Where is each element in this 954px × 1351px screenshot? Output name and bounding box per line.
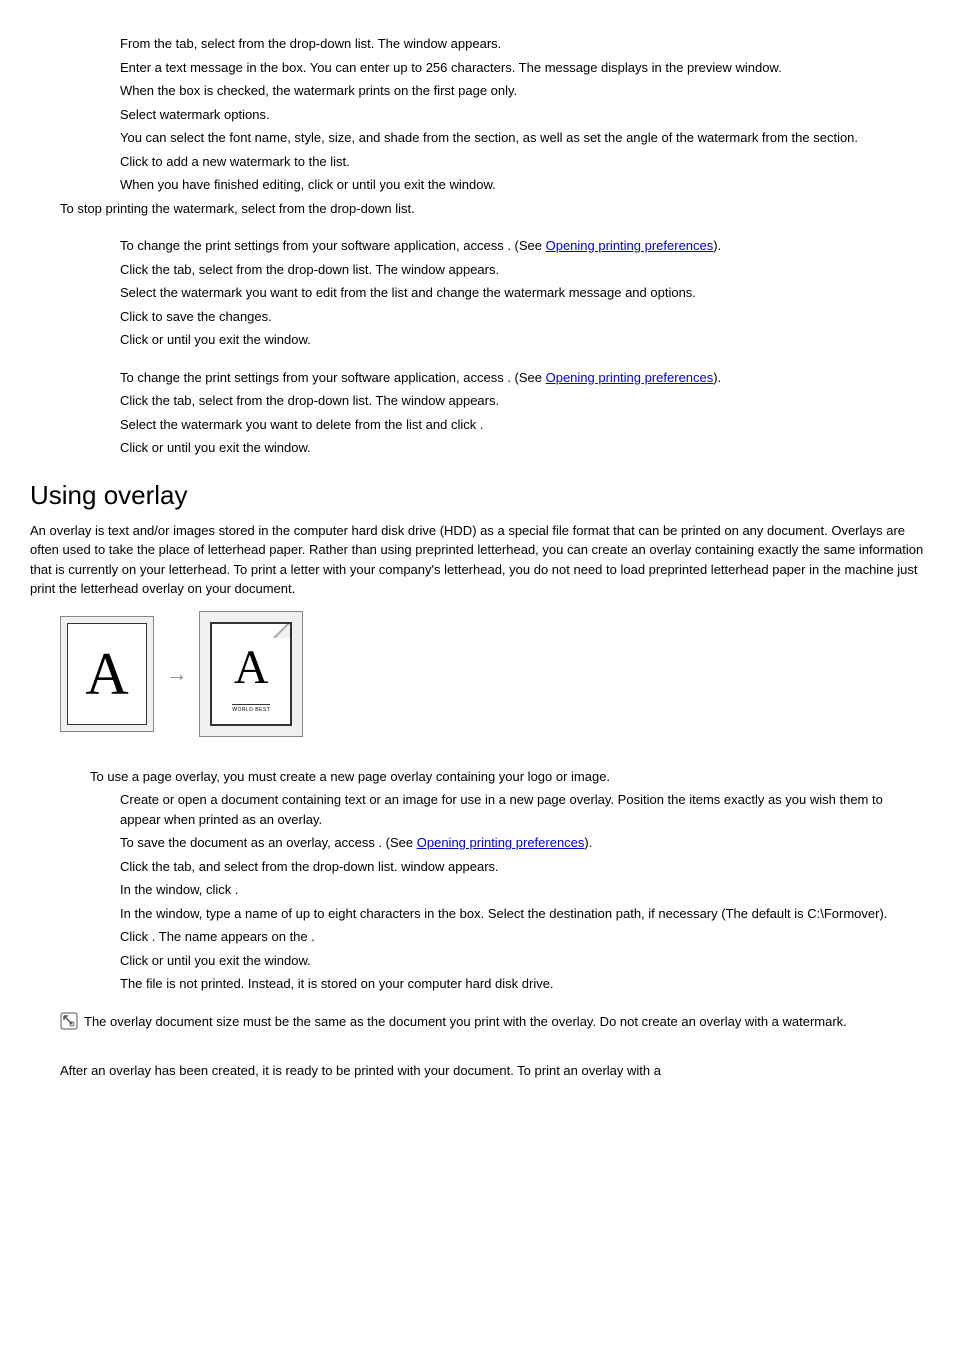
step-text: The file is not printed. Instead, it is … <box>120 974 924 994</box>
figure-caption: WORLD BEST <box>232 704 270 715</box>
footer-text: After an overlay has been created, it is… <box>60 1061 924 1081</box>
heading-using-overlay: Using overlay <box>30 476 924 515</box>
opening-preferences-link[interactable]: Opening printing preferences <box>546 238 714 253</box>
step-text: To change the print settings from your s… <box>120 368 924 388</box>
overlay-figure: A → A WORLD BEST <box>60 611 924 737</box>
step-text: Click . The name appears on the . <box>120 927 924 947</box>
step-text: Click or until you exit the window. <box>120 330 924 350</box>
text-fragment: . (See <box>507 370 545 385</box>
opening-preferences-link[interactable]: Opening printing preferences <box>546 370 714 385</box>
step-text: In the window, type a name of up to eigh… <box>120 904 924 924</box>
text-fragment: . (See <box>378 835 416 850</box>
step-text: Click the tab, select from the drop-down… <box>120 391 924 411</box>
overlay-create-intro: To use a page overlay, you must create a… <box>90 767 924 787</box>
step-text: When you have finished editing, click or… <box>120 175 924 195</box>
step-text: From the tab, select from the drop-down … <box>120 34 924 54</box>
text-fragment: To save the document as an overlay, acce… <box>120 835 378 850</box>
step-text: Click or until you exit the window. <box>120 438 924 458</box>
note-text: The overlay document size must be the sa… <box>84 1012 924 1032</box>
step-text: Click the tab, select from the drop-down… <box>120 260 924 280</box>
note-icon <box>60 1012 78 1030</box>
text-fragment: ). <box>584 835 592 850</box>
step-text: Click the tab, and select from the drop-… <box>120 857 924 877</box>
text-fragment: To change the print settings from your s… <box>120 238 507 253</box>
text-fragment: To change the print settings from your s… <box>120 370 507 385</box>
step-text: Select the watermark you want to delete … <box>120 415 924 435</box>
text-fragment: ). <box>713 238 721 253</box>
step-text: Select watermark options. <box>120 105 924 125</box>
overlay-intro: An overlay is text and/or images stored … <box>30 521 924 599</box>
text-fragment: . (See <box>507 238 545 253</box>
step-text: Click to add a new watermark to the list… <box>120 152 924 172</box>
step-text: To change the print settings from your s… <box>120 236 924 256</box>
arrow-icon: → <box>166 657 188 690</box>
step-text: Create or open a document containing tex… <box>120 790 924 829</box>
step-text: Click to save the changes. <box>120 307 924 327</box>
step-text: To save the document as an overlay, acce… <box>120 833 924 853</box>
step-text: To stop printing the watermark, select f… <box>60 199 924 219</box>
step-text: Click or until you exit the window. <box>120 951 924 971</box>
opening-preferences-link[interactable]: Opening printing preferences <box>417 835 585 850</box>
step-text: Select the watermark you want to edit fr… <box>120 283 924 303</box>
step-text: You can select the font name, style, siz… <box>120 128 924 148</box>
step-text: When the box is checked, the watermark p… <box>120 81 924 101</box>
step-text: In the window, click . <box>120 880 924 900</box>
figure-letter-a: A <box>234 632 269 704</box>
text-fragment: ). <box>713 370 721 385</box>
figure-letter-a: A <box>85 629 128 719</box>
step-text: Enter a text message in the box. You can… <box>120 58 924 78</box>
